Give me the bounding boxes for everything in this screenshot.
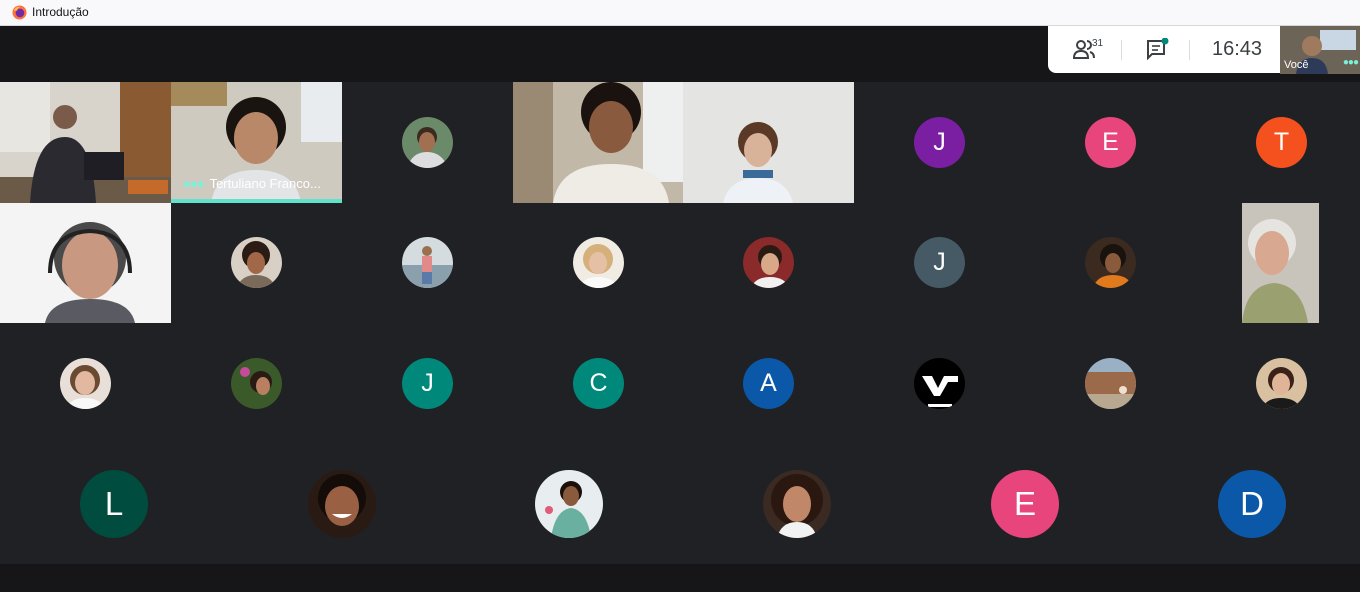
participant-name-label: ●●● Tertuliano Franco... bbox=[183, 176, 321, 191]
avatar-photo bbox=[1262, 367, 1301, 409]
audio-level-indicator: ●●● bbox=[1342, 57, 1359, 68]
avatar-photo bbox=[1093, 244, 1133, 288]
avatar-photo bbox=[237, 241, 276, 288]
divider bbox=[1189, 40, 1190, 60]
browser-titlebar: Introdução bbox=[0, 0, 1360, 26]
participant-video bbox=[513, 82, 683, 203]
window-title: Introdução bbox=[32, 5, 89, 19]
participant-initial-avatar[interactable]: J bbox=[402, 358, 453, 409]
participant-photo-avatar[interactable] bbox=[402, 117, 453, 168]
participant-video-tile[interactable] bbox=[0, 82, 171, 203]
audio-level-indicator: ●●● bbox=[183, 176, 205, 191]
meeting-clock: 16:43 bbox=[1212, 38, 1263, 60]
avatar-photo bbox=[1085, 372, 1136, 409]
logo-image bbox=[922, 376, 958, 407]
avatar-photo bbox=[751, 245, 789, 288]
participant-video bbox=[0, 203, 171, 323]
participant-video-tile[interactable] bbox=[0, 203, 171, 323]
participant-initial-avatar[interactable]: T bbox=[1256, 117, 1307, 168]
participant-logo-avatar[interactable] bbox=[914, 358, 965, 409]
participant-initial-avatar[interactable]: J bbox=[914, 117, 965, 168]
participant-initial-avatar[interactable]: D bbox=[1218, 470, 1286, 538]
self-view-tile[interactable]: Você ●●● bbox=[1280, 26, 1360, 74]
firefox-icon bbox=[12, 5, 27, 20]
avatar-photo bbox=[66, 365, 105, 409]
avatar-photo bbox=[240, 367, 272, 395]
participant-photo-avatar[interactable] bbox=[402, 237, 453, 288]
participant-photo-avatar[interactable] bbox=[535, 470, 603, 538]
avatar-photo bbox=[402, 246, 453, 288]
participant-video-tile[interactable] bbox=[683, 82, 854, 203]
avatar-photo bbox=[579, 244, 618, 288]
divider bbox=[1121, 40, 1122, 60]
avatar-photo bbox=[318, 474, 366, 526]
participant-initial-avatar[interactable]: L bbox=[80, 470, 148, 538]
participant-photo-avatar[interactable] bbox=[231, 358, 282, 409]
participant-video-tile[interactable] bbox=[513, 82, 683, 203]
participant-video bbox=[1242, 203, 1319, 323]
meeting-info-bar: 31 16:43 bbox=[1048, 26, 1282, 73]
participant-initial-avatar[interactable]: J bbox=[914, 237, 965, 288]
avatar-photo bbox=[407, 127, 448, 168]
participant-photo-avatar[interactable] bbox=[1256, 358, 1307, 409]
participant-initial-avatar[interactable]: E bbox=[1085, 117, 1136, 168]
participant-initial-avatar[interactable]: A bbox=[743, 358, 794, 409]
participant-video bbox=[683, 82, 854, 203]
participant-photo-avatar[interactable] bbox=[1085, 358, 1136, 409]
participant-photo-avatar[interactable] bbox=[743, 237, 794, 288]
participant-video bbox=[0, 82, 171, 203]
participant-video-tile-speaking[interactable]: ●●● Tertuliano Franco... bbox=[171, 82, 342, 203]
participant-video-tile[interactable] bbox=[1242, 203, 1319, 323]
avatar-photo bbox=[545, 481, 591, 538]
speaking-indicator bbox=[171, 199, 342, 203]
participant-initial-avatar[interactable]: E bbox=[991, 470, 1059, 538]
participant-photo-avatar[interactable] bbox=[231, 237, 282, 288]
participants-count: 31 bbox=[1092, 38, 1104, 49]
participant-photo-avatar[interactable] bbox=[763, 470, 831, 538]
participant-initial-avatar[interactable]: C bbox=[573, 358, 624, 409]
participant-photo-avatar[interactable] bbox=[573, 237, 624, 288]
participant-photo-avatar[interactable] bbox=[60, 358, 111, 409]
self-view-label: Você bbox=[1284, 59, 1309, 71]
participant-photo-avatar[interactable] bbox=[1085, 237, 1136, 288]
chat-icon[interactable] bbox=[1145, 38, 1169, 60]
participant-photo-avatar[interactable] bbox=[308, 470, 376, 538]
bottom-bar bbox=[0, 564, 1360, 592]
avatar-photo bbox=[771, 474, 823, 538]
